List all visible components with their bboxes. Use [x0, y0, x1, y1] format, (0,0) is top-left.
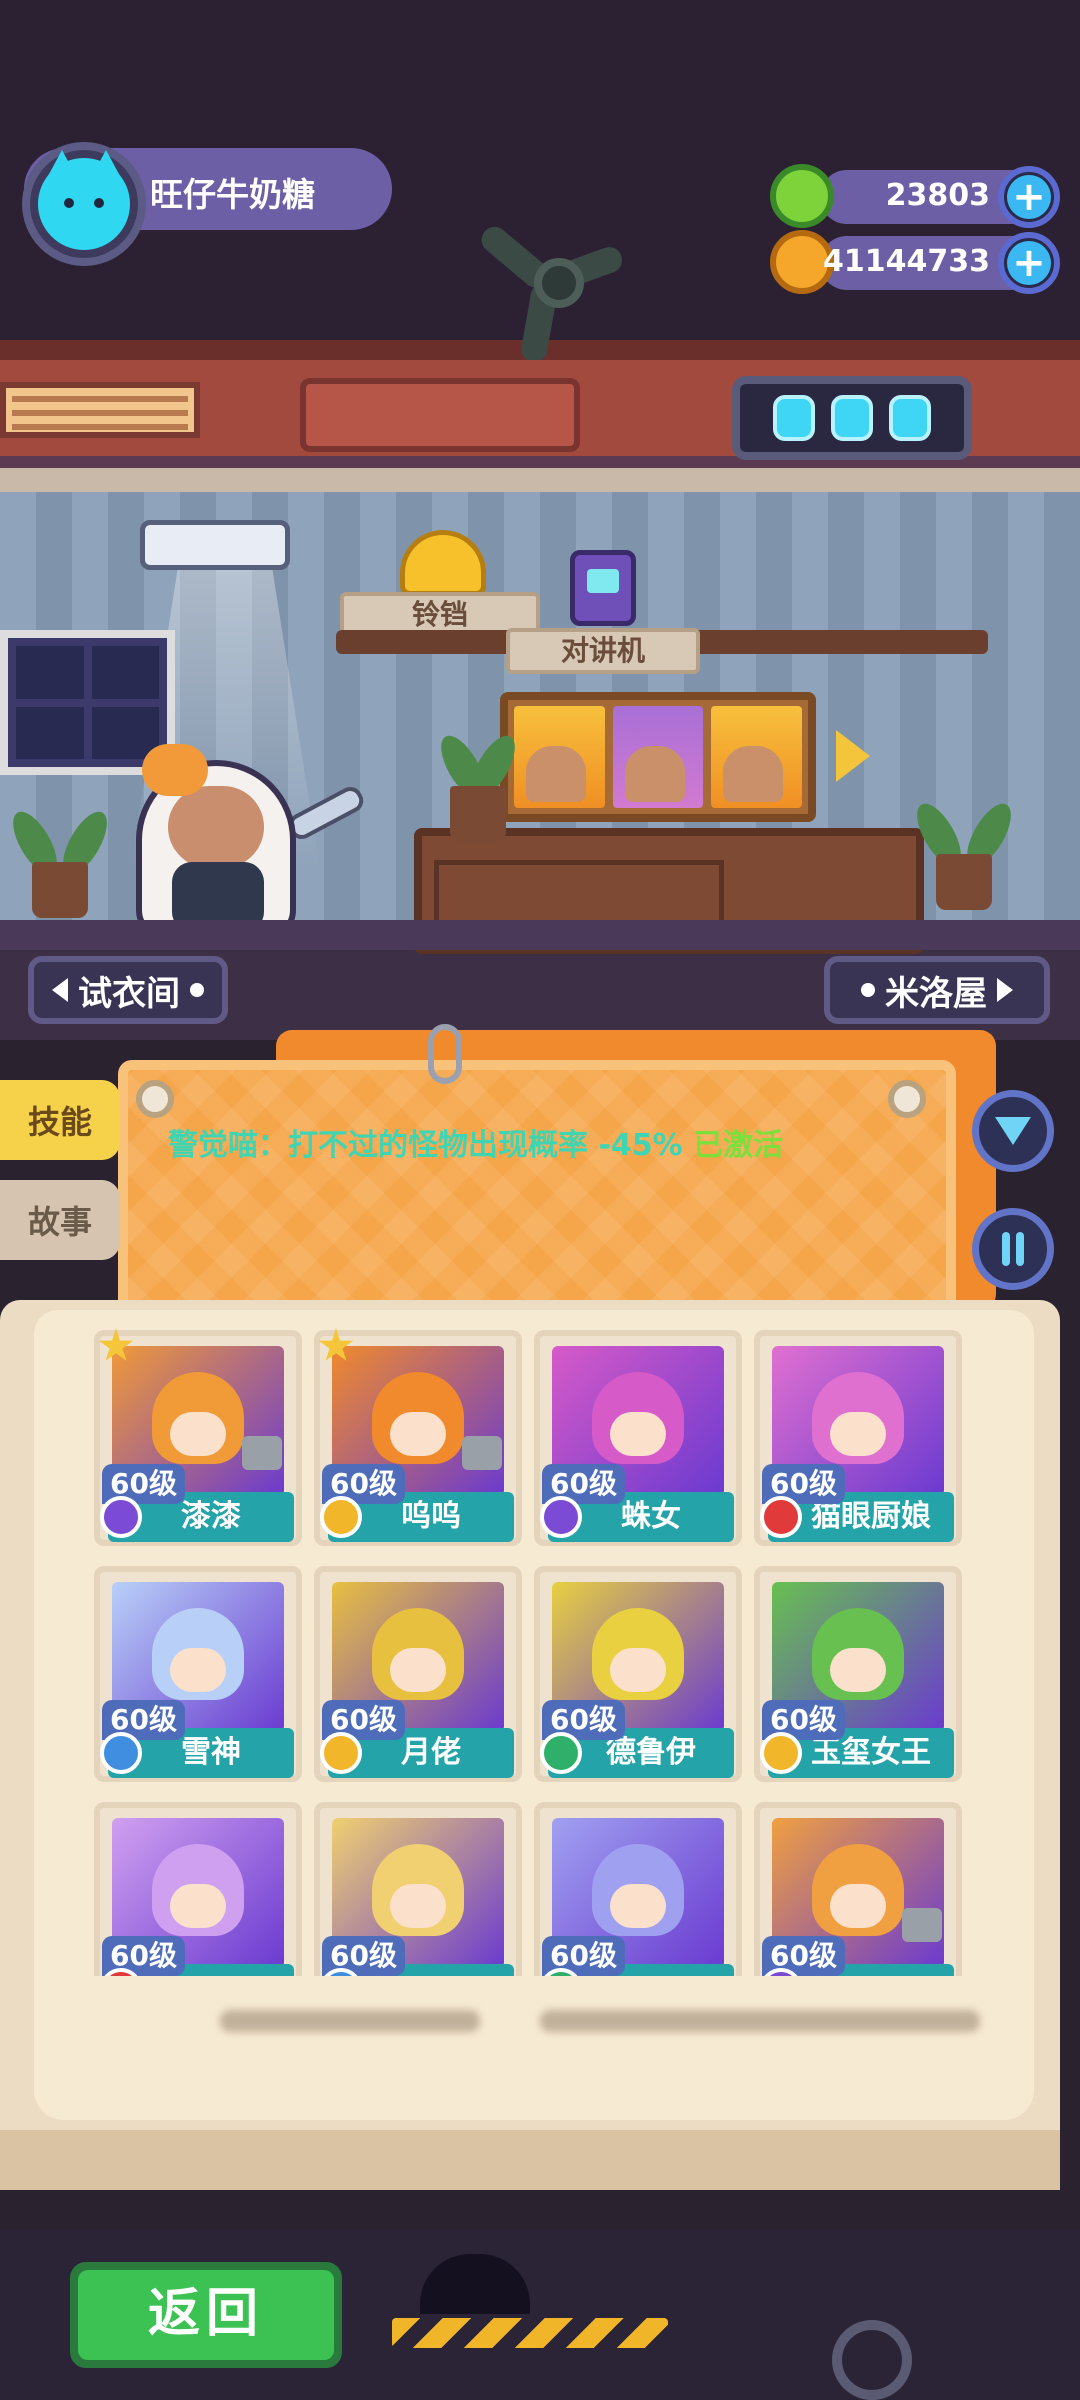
- page-footer-text: [540, 2010, 980, 2032]
- radio-decor: [300, 378, 580, 452]
- tab-skill-label: 技能: [27, 1103, 92, 1141]
- green-gem-icon: [770, 164, 834, 228]
- element-badge-icon: [320, 1732, 362, 1774]
- projector-icon: [140, 520, 290, 570]
- plant-icon: [908, 797, 1020, 910]
- photo-3: [711, 706, 803, 808]
- plant-icon: [428, 729, 528, 842]
- pin-icon: [136, 1080, 174, 1118]
- character-card[interactable]: 60级: [754, 1802, 962, 1976]
- page-footer-text: [220, 2010, 480, 2032]
- coin-count: 41144733: [823, 244, 990, 279]
- milo-house-button[interactable]: 米洛屋: [824, 956, 1050, 1024]
- book-edge: [0, 2130, 1060, 2190]
- walkie-label: 对讲机: [506, 628, 700, 674]
- dot-icon: [190, 983, 204, 997]
- arrow-right-icon: [997, 978, 1013, 1002]
- tab-story[interactable]: 故事: [0, 1180, 120, 1260]
- back-button[interactable]: 返回: [70, 2262, 342, 2368]
- outfit-icon: [462, 1436, 502, 1470]
- skill-status: 已激活: [693, 1128, 784, 1163]
- milo-house-label: 米洛屋: [885, 973, 987, 1014]
- hazard-stripe: [392, 2318, 668, 2348]
- character-card[interactable]: 雪神 60级: [94, 1566, 302, 1782]
- dressing-room-button[interactable]: 试衣间: [28, 956, 228, 1024]
- character-card[interactable]: 漆漆 60级: [94, 1328, 302, 1546]
- tab-skill[interactable]: 技能: [0, 1080, 120, 1160]
- room-floor: [0, 920, 1080, 950]
- fan-icon: [468, 200, 648, 365]
- character-card[interactable]: 呜呜 60级: [314, 1328, 522, 1546]
- skill-description: 警觉喵：打不过的怪物出现概率 -45% 已激活: [168, 1120, 783, 1164]
- energy-cell-icon: [831, 395, 873, 441]
- character-card[interactable]: 60级: [534, 1802, 742, 1976]
- energy-battery: [732, 376, 972, 460]
- back-label: 返回: [78, 2270, 334, 2360]
- element-badge-icon: [760, 1496, 802, 1538]
- vent-decor: [0, 382, 200, 438]
- currency-coin-bar: 41144733 +: [770, 230, 1060, 294]
- player-name: 旺仔牛奶糖: [150, 175, 315, 214]
- character-card[interactable]: 猫眼厨娘 60级: [754, 1330, 962, 1546]
- cat-face-icon[interactable]: [22, 142, 146, 266]
- character-grid[interactable]: 漆漆 60级 呜呜 60级 蛛女 60级 猫眼厨娘 60级雪神 60级 月佬 60级 德鲁伊 60级 玉玺…: [84, 1316, 984, 1976]
- skill-text: 警觉喵：打不过的怪物出现概率 -45%: [168, 1128, 683, 1163]
- add-coin-button[interactable]: +: [998, 232, 1060, 294]
- gem-count: 23803: [885, 178, 990, 213]
- outfit-icon: [242, 1436, 282, 1470]
- element-badge-icon: [320, 1496, 362, 1538]
- filter-icon: [995, 1117, 1031, 1145]
- plant-icon: [4, 805, 116, 918]
- filter-button[interactable]: [972, 1090, 1054, 1172]
- character-card[interactable]: 月佬 60级: [314, 1566, 522, 1782]
- sort-button[interactable]: [972, 1208, 1054, 1290]
- character-card[interactable]: 蛛女 60级: [534, 1330, 742, 1546]
- walkie-talkie-icon[interactable]: [570, 550, 636, 626]
- energy-cell-icon: [773, 395, 815, 441]
- dressing-room-label: 试衣间: [78, 973, 180, 1014]
- skill-board: [118, 1060, 956, 1320]
- energy-cell-icon: [889, 395, 931, 441]
- dot-icon: [861, 983, 875, 997]
- photo-frame[interactable]: [500, 692, 816, 822]
- gear-icon: [832, 2320, 912, 2400]
- photo-2: [612, 706, 704, 808]
- game-screen: 旺仔牛奶糖 23803 + 41144733 + 铃铛 对讲机 试衣间 米洛屋 …: [0, 0, 1080, 2400]
- outfit-icon: [902, 1908, 942, 1942]
- pin-icon: [888, 1080, 926, 1118]
- sort-icon: [1002, 1232, 1024, 1266]
- element-badge-icon: [540, 1732, 582, 1774]
- element-badge-icon: [540, 1496, 582, 1538]
- add-gem-button[interactable]: +: [998, 166, 1060, 228]
- photo-next-arrow-icon[interactable]: [836, 730, 870, 782]
- rail-decor: [0, 468, 1080, 492]
- tab-story-label: 故事: [27, 1203, 92, 1241]
- paperclip-icon: [428, 1024, 462, 1084]
- element-badge-icon: [100, 1496, 142, 1538]
- character-card[interactable]: 60级: [314, 1802, 522, 1976]
- element-badge-icon: [100, 1732, 142, 1774]
- character-card[interactable]: 玉玺女王 60级: [754, 1566, 962, 1782]
- element-badge-icon: [760, 1732, 802, 1774]
- tiger-pet-icon: [142, 744, 208, 796]
- currency-gem-bar: 23803 +: [770, 164, 1060, 228]
- character-card[interactable]: 德鲁伊 60级: [534, 1566, 742, 1782]
- character-card[interactable]: 60级: [94, 1802, 302, 1976]
- arrow-left-icon: [52, 978, 68, 1002]
